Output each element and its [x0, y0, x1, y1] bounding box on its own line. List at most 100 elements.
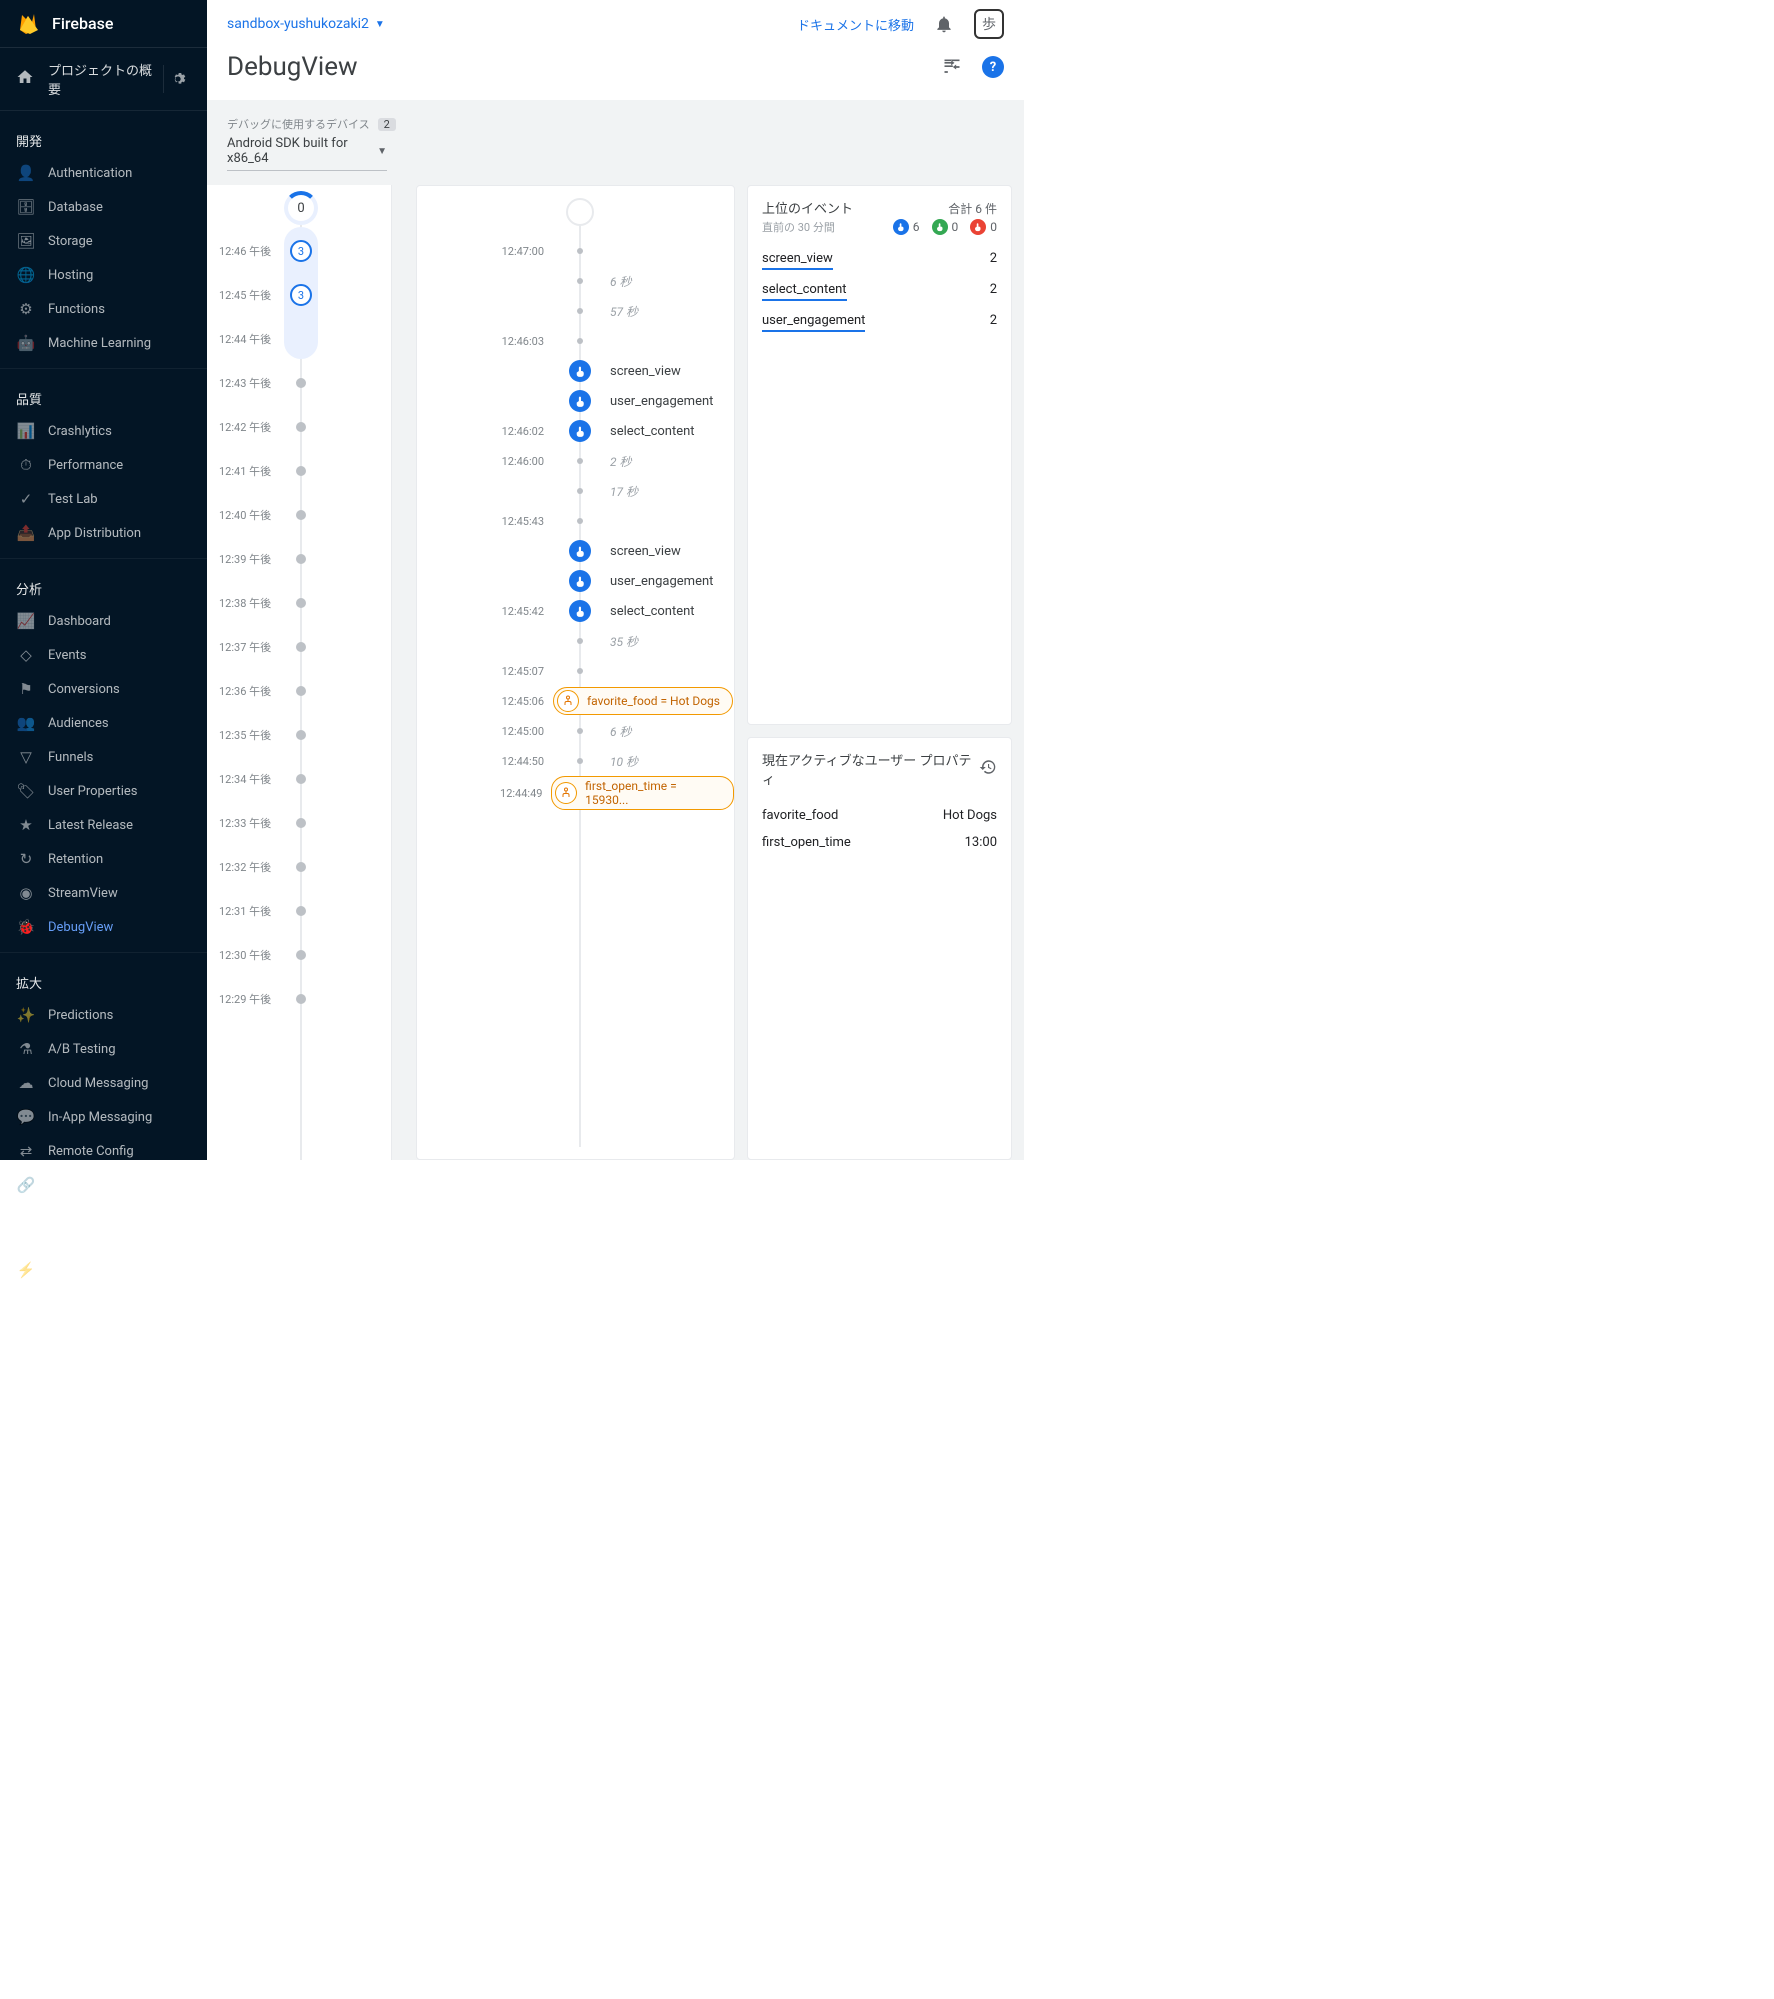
sidebar-item-a/b-testing[interactable]: ⚗A/B Testing — [0, 1032, 207, 1066]
sidebar-item-dynamic-links[interactable]: 🔗Dynamic Links — [0, 1168, 207, 1202]
stream-time: 12:45:07 — [417, 665, 562, 678]
minute-row[interactable]: 12:31 午後 — [207, 889, 391, 933]
active-prop-row[interactable]: first_open_time13:00 — [762, 829, 997, 856]
minute-row[interactable]: 12:41 午後 — [207, 449, 391, 493]
user-property-text: first_open_time = 15930... — [585, 779, 721, 807]
minute-row[interactable]: 12:30 午後 — [207, 933, 391, 977]
event-touch-icon — [569, 390, 591, 412]
sidebar-overview[interactable]: プロジェクトの概要 — [0, 48, 207, 111]
stream-row[interactable]: 12:45:42select_content — [417, 596, 734, 626]
sidebar-item-streamview[interactable]: ◉StreamView — [0, 876, 207, 910]
minute-row[interactable]: 12:37 午後 — [207, 625, 391, 669]
nav-icon: 🏷 — [16, 781, 36, 801]
stream-row[interactable]: screen_view — [417, 536, 734, 566]
sidebar-item-predictions[interactable]: ✨Predictions — [0, 998, 207, 1032]
top-event-row[interactable]: screen_view2 — [762, 245, 997, 276]
stream-time: 12:46:03 — [417, 335, 562, 348]
settings-sliders-icon[interactable] — [940, 55, 964, 79]
help-icon[interactable]: ? — [982, 56, 1004, 78]
user-avatar[interactable]: 歩 — [974, 9, 1004, 39]
sidebar-item-retention[interactable]: ↻Retention — [0, 842, 207, 876]
sidebar-item-database[interactable]: 🗄Database — [0, 190, 207, 224]
notifications-icon[interactable] — [932, 12, 956, 36]
nav-icon: ⚑ — [16, 679, 36, 699]
stream-row[interactable]: user_engagement — [417, 566, 734, 596]
sidebar-item-latest-release[interactable]: ★Latest Release — [0, 808, 207, 842]
minute-row[interactable]: 12:29 午後 — [207, 977, 391, 1021]
sidebar-item-in-app-messaging[interactable]: 💬In-App Messaging — [0, 1100, 207, 1134]
sidebar-item-test-lab[interactable]: ✓Test Lab — [0, 482, 207, 516]
user-property-chip[interactable]: favorite_food = Hot Dogs — [553, 687, 733, 715]
history-icon[interactable] — [979, 758, 997, 780]
brand-label: Firebase — [52, 14, 113, 33]
user-property-chip[interactable]: first_open_time = 15930... — [551, 776, 734, 810]
prop-name: first_open_time — [762, 835, 851, 850]
sidebar-item-funnels[interactable]: ▽Funnels — [0, 740, 207, 774]
sidebar-item-app-distribution[interactable]: 📤App Distribution — [0, 516, 207, 550]
sidebar-item-crashlytics[interactable]: 📊Crashlytics — [0, 414, 207, 448]
event-name[interactable]: select_content — [610, 424, 695, 439]
device-selector: デバッグに使用するデバイス 2 Android SDK built for x8… — [207, 110, 1024, 185]
sidebar-item-remote-config[interactable]: ⇄Remote Config — [0, 1134, 207, 1168]
device-dropdown[interactable]: Android SDK built for x86_64 ▼ — [227, 132, 387, 171]
stream-row: 17 秒 — [417, 476, 734, 506]
minute-row[interactable]: 12:36 午後 — [207, 669, 391, 713]
stream-row[interactable]: user_engagement — [417, 386, 734, 416]
sidebar-item-machine-learning[interactable]: 🤖Machine Learning — [0, 326, 207, 360]
top-event-row[interactable]: user_engagement2 — [762, 307, 997, 338]
minute-count-badge: 3 — [290, 284, 312, 306]
stream-row[interactable]: screen_view — [417, 356, 734, 386]
project-select[interactable]: sandbox-yushukozaki2 ▼ — [227, 16, 385, 32]
project-name: sandbox-yushukozaki2 — [227, 16, 369, 32]
minute-row[interactable]: 12:43 午後 — [207, 361, 391, 405]
stream-row: 12:45:06favorite_food = Hot Dogs — [417, 686, 734, 716]
sidebar-item-events[interactable]: ◇Events — [0, 638, 207, 672]
event-name[interactable]: screen_view — [610, 544, 681, 559]
sidebar-item-cloud-messaging[interactable]: ☁Cloud Messaging — [0, 1066, 207, 1100]
active-prop-row[interactable]: favorite_foodHot Dogs — [762, 802, 997, 829]
nav-icon: ⚗ — [16, 1039, 36, 1059]
event-name[interactable]: screen_view — [610, 364, 681, 379]
minute-row[interactable]: 12:34 午後 — [207, 757, 391, 801]
minute-row[interactable]: 12:32 午後 — [207, 845, 391, 889]
nav-label: Cloud Messaging — [48, 1076, 191, 1091]
minute-row[interactable]: 12:35 午後 — [207, 713, 391, 757]
minute-row[interactable]: 12:39 午後 — [207, 537, 391, 581]
sidebar-item-debugview[interactable]: 🐞DebugView — [0, 910, 207, 944]
sidebar-item-audiences[interactable]: 👥Audiences — [0, 706, 207, 740]
sidebar-item-user-properties[interactable]: 🏷User Properties — [0, 774, 207, 808]
event-name[interactable]: select_content — [610, 604, 695, 619]
plan-row[interactable]: Spark 無料 $0/月 アップグレード — [0, 1296, 207, 1348]
stream-row[interactable]: 12:46:02select_content — [417, 416, 734, 446]
event-name[interactable]: user_engagement — [610, 574, 713, 589]
prop-name: favorite_food — [762, 808, 838, 823]
nav-label: Dynamic Links — [48, 1178, 191, 1193]
plan-upgrade-link[interactable]: アップグレード — [107, 1314, 191, 1331]
sidebar-item-storage[interactable]: 🖼Storage — [0, 224, 207, 258]
sidebar-header: Firebase — [0, 0, 207, 48]
docs-link[interactable]: ドキュメントに移動 — [797, 15, 914, 34]
sidebar-item-admob[interactable]: ΩAdMob — [0, 1202, 207, 1236]
minute-time: 12:33 午後 — [207, 815, 283, 831]
sidebar-item-hosting[interactable]: 🌐Hosting — [0, 258, 207, 292]
settings-gear-icon[interactable] — [163, 65, 191, 93]
nav-section-title: 分析 — [0, 567, 207, 604]
minute-count-badge: 3 — [290, 240, 312, 262]
top-event-row[interactable]: select_content2 — [762, 276, 997, 307]
sidebar-item-functions[interactable]: ⚙Functions — [0, 292, 207, 326]
sidebar-item-conversions[interactable]: ⚑Conversions — [0, 672, 207, 706]
sidebar-item-authentication[interactable]: 👤Authentication — [0, 156, 207, 190]
sidebar-item-dashboard[interactable]: 📈Dashboard — [0, 604, 207, 638]
stream-row: 35 秒 — [417, 626, 734, 656]
minute-row[interactable]: 12:38 午後 — [207, 581, 391, 625]
sidebar-item-performance[interactable]: ⏱Performance — [0, 448, 207, 482]
minute-row[interactable]: 12:33 午後 — [207, 801, 391, 845]
current-minute-bubble: 0 — [284, 191, 318, 225]
overview-label: プロジェクトの概要 — [48, 60, 163, 98]
minute-row[interactable]: 12:40 午後 — [207, 493, 391, 537]
sidebar-collapse[interactable] — [0, 1348, 207, 1387]
device-selected: Android SDK built for x86_64 — [227, 136, 377, 166]
minute-row[interactable]: 12:42 午後 — [207, 405, 391, 449]
sidebar-item-extensions[interactable]: ⚡Extensions — [0, 1253, 207, 1287]
event-name[interactable]: user_engagement — [610, 394, 713, 409]
